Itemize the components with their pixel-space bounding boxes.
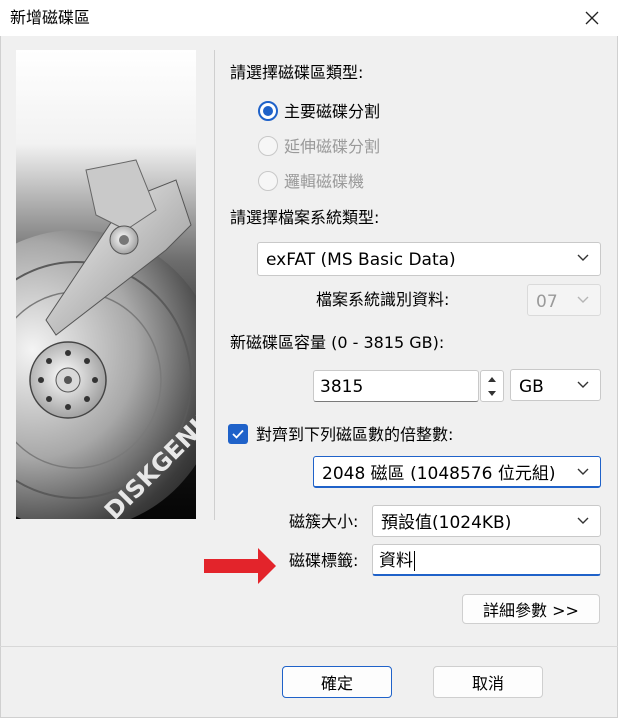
- stepper-down-button[interactable]: [481, 386, 503, 401]
- align-label: 對齊到下列磁區數的倍整數:: [256, 425, 454, 444]
- chevron-down-icon: [577, 254, 589, 261]
- partition-type-label: 請選擇磁碟區類型:: [230, 63, 364, 82]
- details-button[interactable]: 詳細參數 >>: [462, 594, 600, 624]
- size-unit-select[interactable]: GB: [510, 369, 601, 401]
- details-button-label: 詳細參數 >>: [483, 601, 579, 620]
- arrow-up-icon: [488, 376, 496, 382]
- radio-primary-label: 主要磁碟分割: [284, 102, 381, 121]
- ok-button[interactable]: 確定: [282, 666, 392, 698]
- file-system-value: exFAT (MS Basic Data): [266, 250, 456, 270]
- chevron-down-icon: [577, 381, 589, 388]
- size-stepper[interactable]: [480, 370, 504, 402]
- cluster-size-value: 預設值(1024KB): [381, 513, 512, 533]
- radio-extended-indicator[interactable]: [258, 136, 278, 156]
- radio-logical-label: 邏輯磁碟機: [284, 172, 365, 191]
- checkmark-icon: [232, 429, 244, 439]
- window-title: 新增磁碟區: [10, 8, 91, 27]
- volume-label-input[interactable]: 資料: [372, 544, 601, 576]
- radio-extended[interactable]: 延伸磁碟分割: [258, 136, 408, 158]
- close-icon: [585, 11, 599, 25]
- close-button[interactable]: [576, 4, 608, 32]
- fs-id-select[interactable]: 07: [527, 284, 601, 316]
- align-value: 2048 磁區 (1048576 位元組): [322, 464, 556, 484]
- volume-label-label: 磁碟標籤:: [289, 551, 359, 570]
- file-system-select[interactable]: exFAT (MS Basic Data): [257, 242, 601, 276]
- chevron-down-icon: [577, 296, 589, 303]
- size-input[interactable]: 3815: [313, 370, 479, 402]
- title-bar: 新增磁碟區: [0, 0, 618, 36]
- stepper-up-button[interactable]: [481, 371, 503, 386]
- red-arrow-icon: [204, 548, 276, 584]
- fs-id-label: 檔案系統識別資料:: [316, 290, 450, 309]
- size-label: 新磁碟區容量 (0 - 3815 GB):: [230, 333, 445, 352]
- radio-logical[interactable]: 邏輯磁碟機: [258, 171, 408, 193]
- size-value: 3815: [320, 377, 364, 397]
- cluster-size-label: 磁簇大小:: [289, 512, 359, 531]
- chevron-down-icon: [577, 517, 589, 524]
- cluster-size-select[interactable]: 預設值(1024KB): [372, 505, 601, 537]
- radio-extended-label: 延伸磁碟分割: [284, 137, 381, 156]
- radio-primary-indicator[interactable]: [258, 101, 278, 121]
- arrow-down-icon: [488, 390, 496, 396]
- file-system-label: 請選擇檔案系統類型:: [230, 208, 380, 227]
- radio-primary[interactable]: 主要磁碟分割: [258, 101, 408, 123]
- ok-button-label: 確定: [320, 674, 353, 693]
- cancel-button-label: 取消: [471, 674, 504, 693]
- size-unit-value: GB: [519, 377, 544, 397]
- fs-id-value: 07: [536, 292, 558, 312]
- cancel-button[interactable]: 取消: [433, 666, 543, 698]
- text-caret: [414, 551, 415, 571]
- align-checkbox[interactable]: [228, 424, 248, 444]
- horizontal-divider: [0, 646, 618, 647]
- chevron-down-icon: [577, 468, 589, 475]
- volume-label-value: 資料: [379, 551, 413, 571]
- align-select[interactable]: 2048 磁區 (1048576 位元組): [313, 456, 601, 488]
- hard-drive-image: DISKGENIUS: [16, 50, 196, 519]
- vertical-divider: [214, 50, 215, 520]
- align-checkbox-row[interactable]: 對齊到下列磁區數的倍整數:: [228, 424, 488, 446]
- radio-logical-indicator[interactable]: [258, 171, 278, 191]
